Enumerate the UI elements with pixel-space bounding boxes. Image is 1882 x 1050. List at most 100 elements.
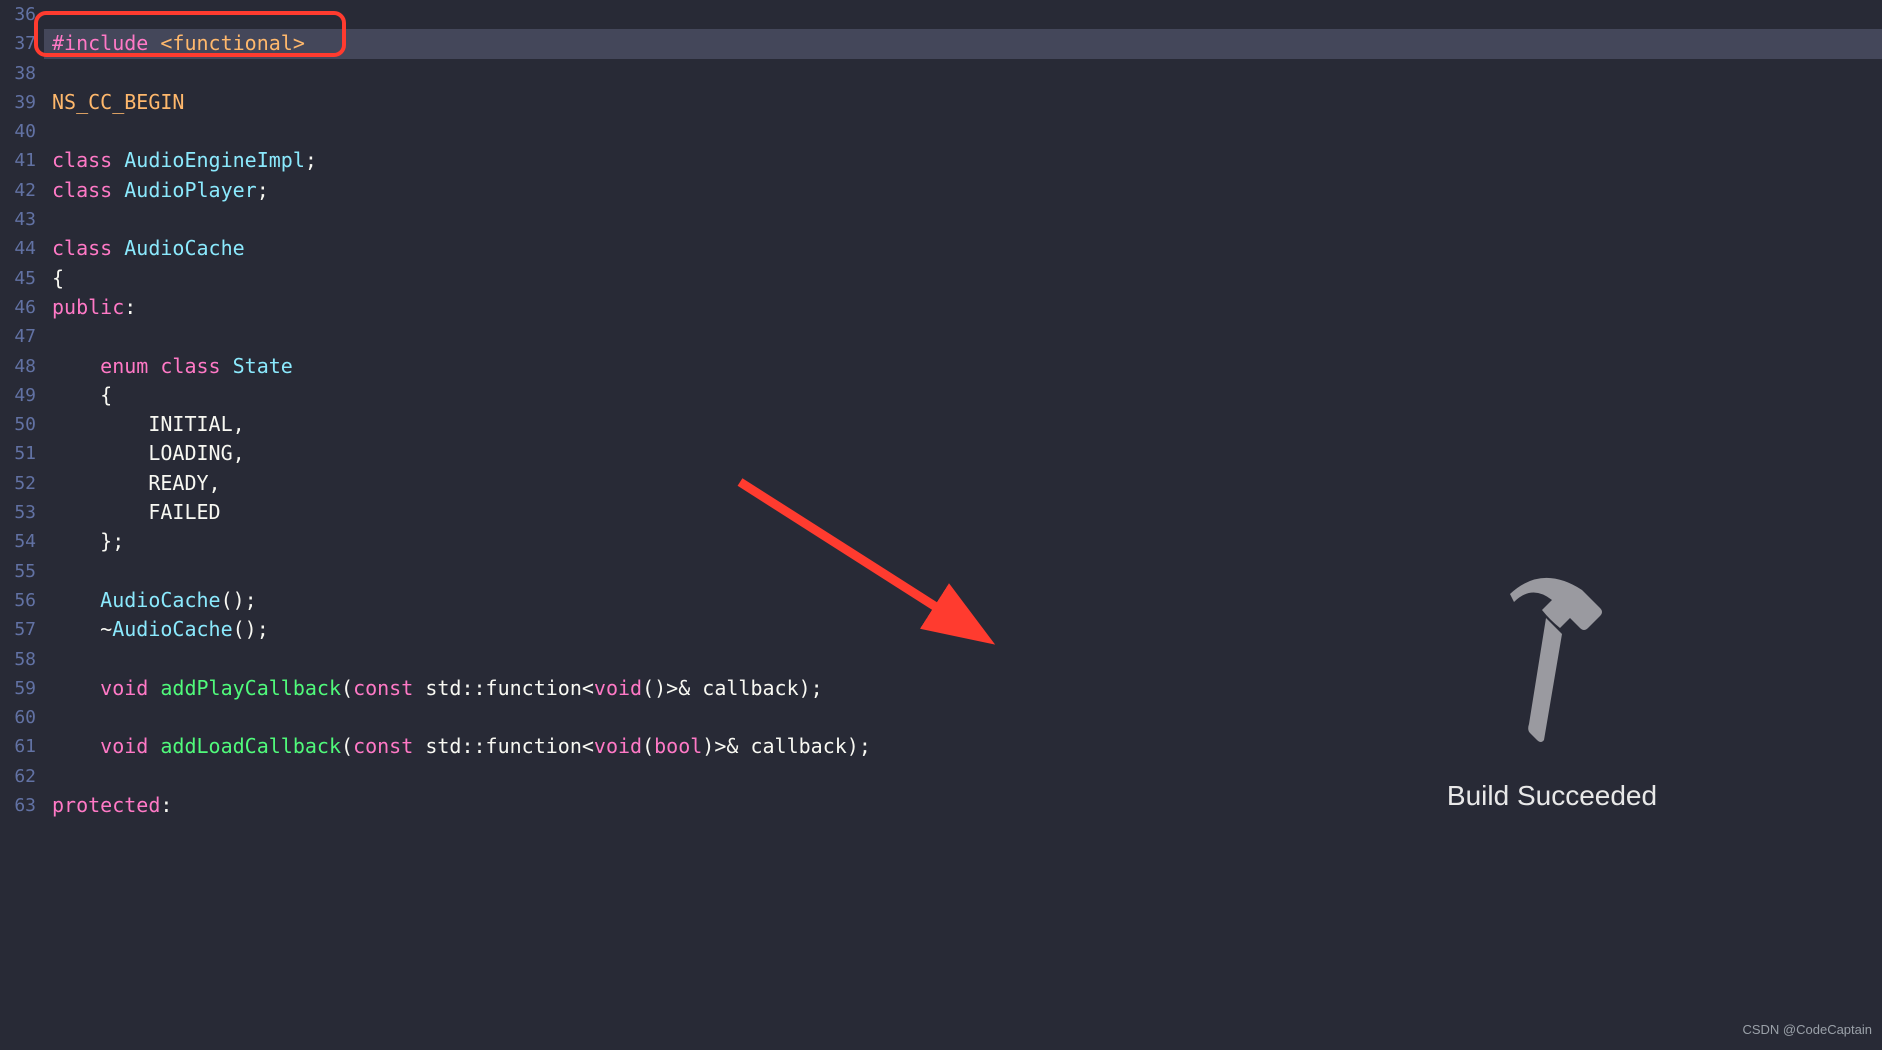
code-token: : — [160, 793, 172, 817]
code-token: { — [52, 383, 112, 407]
code-token: const — [353, 734, 425, 758]
code-token — [52, 734, 100, 758]
code-line[interactable]: READY, — [44, 469, 1882, 498]
line-number: 58 — [0, 645, 36, 674]
line-number: 39 — [0, 88, 36, 117]
code-token: addLoadCallback — [160, 734, 341, 758]
code-token: class — [52, 148, 124, 172]
code-line[interactable]: enum class State — [44, 352, 1882, 381]
code-token: AudioCache — [100, 588, 220, 612]
code-token — [52, 588, 100, 612]
code-token: void — [594, 676, 642, 700]
line-number: 50 — [0, 410, 36, 439]
line-number: 62 — [0, 762, 36, 791]
code-token: void — [594, 734, 642, 758]
line-number: 57 — [0, 615, 36, 644]
code-line[interactable]: FAILED — [44, 498, 1882, 527]
code-line[interactable] — [44, 117, 1882, 146]
code-token: std — [425, 676, 461, 700]
line-number: 56 — [0, 586, 36, 615]
code-token: : — [124, 295, 136, 319]
line-number: 40 — [0, 117, 36, 146]
code-token: NS_CC_BEGIN — [52, 90, 184, 114]
code-line[interactable]: class AudioPlayer; — [44, 176, 1882, 205]
code-token: const — [353, 676, 425, 700]
line-number: 48 — [0, 352, 36, 381]
line-number: 43 — [0, 205, 36, 234]
code-token: AudioCache — [112, 617, 232, 641]
code-line[interactable]: NS_CC_BEGIN — [44, 88, 1882, 117]
line-number: 38 — [0, 59, 36, 88]
code-token: class — [52, 178, 124, 202]
code-line[interactable]: { — [44, 381, 1882, 410]
line-number: 52 — [0, 469, 36, 498]
code-token: }; — [52, 529, 124, 553]
code-line[interactable] — [44, 322, 1882, 351]
line-number: 55 — [0, 557, 36, 586]
code-line[interactable]: class AudioEngineImpl; — [44, 146, 1882, 175]
line-number: 63 — [0, 791, 36, 820]
code-token — [52, 676, 100, 700]
code-token: ( — [642, 734, 654, 758]
code-line[interactable]: public: — [44, 293, 1882, 322]
line-number: 51 — [0, 439, 36, 468]
code-token: #include — [52, 31, 160, 55]
code-token: ( — [341, 676, 353, 700]
code-token: void — [100, 676, 160, 700]
line-number: 46 — [0, 293, 36, 322]
code-token — [52, 354, 100, 378]
code-token: (); — [233, 617, 269, 641]
watermark-text: CSDN @CodeCaptain — [1742, 1015, 1872, 1044]
code-token: ; — [257, 178, 269, 202]
line-number: 49 — [0, 381, 36, 410]
code-line[interactable]: class AudioCache — [44, 234, 1882, 263]
code-token: { — [52, 266, 64, 290]
code-line[interactable]: #include <functional> — [44, 29, 1882, 58]
code-line[interactable] — [44, 0, 1882, 29]
code-token: :: — [461, 676, 485, 700]
code-token: public — [52, 295, 124, 319]
line-number: 53 — [0, 498, 36, 527]
code-token: LOADING, — [52, 441, 245, 465]
hammer-icon — [1492, 572, 1612, 750]
code-token: addPlayCallback — [160, 676, 341, 700]
code-token: AudioPlayer — [124, 178, 256, 202]
line-number: 61 — [0, 732, 36, 761]
line-number: 59 — [0, 674, 36, 703]
line-number: 44 — [0, 234, 36, 263]
line-number: 42 — [0, 176, 36, 205]
code-token: class — [52, 236, 124, 260]
code-line[interactable] — [44, 205, 1882, 234]
code-line[interactable]: }; — [44, 527, 1882, 556]
code-token: FAILED — [52, 500, 221, 524]
code-token: ()>& callback); — [642, 676, 823, 700]
code-token: ( — [341, 734, 353, 758]
code-line[interactable]: INITIAL, — [44, 410, 1882, 439]
code-area[interactable]: #include <functional> NS_CC_BEGINclass Au… — [44, 0, 1882, 1050]
line-number: 47 — [0, 322, 36, 351]
code-token: std — [425, 734, 461, 758]
code-token: AudioEngineImpl — [124, 148, 305, 172]
code-token: bool — [654, 734, 702, 758]
code-line[interactable]: { — [44, 264, 1882, 293]
line-number: 45 — [0, 264, 36, 293]
build-succeeded-popup: Build Succeeded — [1412, 572, 1692, 810]
line-number: 41 — [0, 146, 36, 175]
code-token: INITIAL, — [52, 412, 245, 436]
code-token: READY, — [52, 471, 221, 495]
line-number-gutter: 3637383940414243444546474849505152535455… — [0, 0, 44, 1050]
code-token: < — [582, 734, 594, 758]
code-token: void — [100, 734, 160, 758]
code-token: :: — [461, 734, 485, 758]
code-token: State — [233, 354, 293, 378]
code-line[interactable]: LOADING, — [44, 439, 1882, 468]
code-line[interactable] — [44, 59, 1882, 88]
code-token: < — [582, 676, 594, 700]
code-token: (); — [221, 588, 257, 612]
code-token: function — [486, 676, 582, 700]
code-token: ~ — [52, 617, 112, 641]
code-token: function — [486, 734, 582, 758]
code-token: protected — [52, 793, 160, 817]
code-editor[interactable]: 3637383940414243444546474849505152535455… — [0, 0, 1882, 1050]
code-token: <functional> — [160, 31, 305, 55]
